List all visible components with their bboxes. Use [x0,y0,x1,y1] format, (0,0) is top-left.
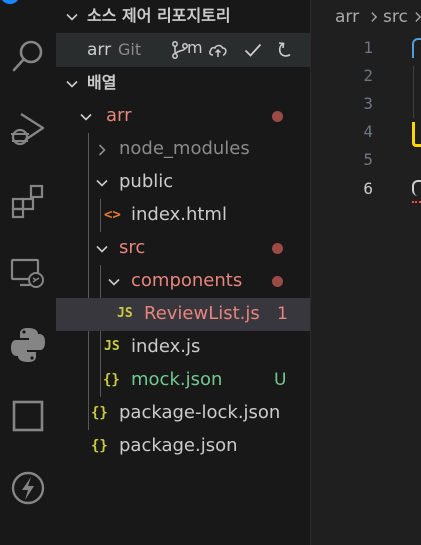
tree-item-label: package-lock.json [119,402,281,423]
untracked-badge: U [274,370,287,390]
code-fragment [412,38,421,58]
line-number: 2 [363,66,373,85]
tree-item-label: public [119,171,174,192]
tree-item-components[interactable]: components [56,265,310,298]
chevron-down-icon [94,241,110,257]
tree-item-arr[interactable]: arr [56,100,310,133]
activity-bar [0,0,56,545]
breadcrumb-item[interactable]: src [383,5,408,29]
tree-item-label: index.js [131,336,201,357]
scm-repository-row[interactable]: arr Git m [56,33,310,67]
chevron-down-icon [64,76,80,92]
scm-section-header[interactable]: 소스 제어 리포지토리 [56,0,310,33]
repo-name: arr [87,40,112,60]
tree-item-label: index.html [131,204,227,225]
chevron-down-icon [106,274,122,290]
square-icon[interactable] [0,388,56,444]
tree-item-index-html[interactable]: <> index.html [56,199,310,232]
active-line-number: 6 [363,179,373,198]
chevron-right-icon [94,142,110,158]
tree-item-label: arr [106,105,132,126]
tree-item-src[interactable]: src [56,232,310,265]
code-indent-guide [413,66,414,118]
run-debug-icon[interactable] [0,100,56,156]
tree-item-label: src [119,237,146,258]
line-number: 5 [363,150,373,169]
tree-item-index-js[interactable]: JS index.js [56,331,310,364]
tree-item-public[interactable]: public [56,166,310,199]
tree-item-package-json[interactable]: {} package.json [56,430,310,463]
account-badge [0,0,20,4]
tree-item-label: components [131,270,243,291]
remote-explorer-icon[interactable] [0,244,56,300]
scm-section-title: 소스 제어 리포지토리 [87,6,231,25]
chevron-right-icon [367,5,381,31]
error-count-badge: 1 [277,304,288,324]
tree-item-reviewlist-js[interactable]: JS ReviewList.js 1 [56,298,310,331]
code-fragment [412,180,421,196]
chevron-down-icon [94,175,110,191]
error-squiggle [412,198,421,203]
js-file-icon: JS [117,306,133,321]
modified-dot [272,111,283,122]
lightning-icon[interactable] [0,460,56,516]
python-icon[interactable] [0,316,56,372]
search-icon[interactable] [0,28,56,84]
breadcrumb-item[interactable]: arr [335,5,359,29]
tree-item-node-modules[interactable]: node_modules [56,133,310,166]
tree-item-label: node_modules [119,138,250,159]
commit-check-icon[interactable] [243,40,263,60]
explorer-section-header[interactable]: 배열 [56,67,310,100]
tree-item-mock-json[interactable]: {} mock.json U [56,364,310,397]
refresh-icon[interactable] [276,40,296,60]
sync-cloud-icon[interactable] [208,40,228,60]
explorer-section-title: 배열 [87,73,117,92]
chevron-down-icon [64,9,80,25]
branch-label: m [187,38,203,57]
repo-type: Git [118,40,142,59]
html-file-icon: <> [104,207,121,223]
tree-item-package-lock-json[interactable]: {} package-lock.json [56,397,310,430]
js-file-icon: JS [104,339,120,354]
line-number: 4 [363,122,373,141]
tree-item-label: package.json [119,435,238,456]
modified-dot [272,276,283,287]
sidebar: 소스 제어 리포지토리 arr Git m 배열 arr node_module… [56,0,311,545]
chevron-down-icon [78,109,94,125]
line-number: 1 [363,38,373,57]
tree-item-label: ReviewList.js [144,303,260,324]
editor-pane: arr src 1 2 3 4 5 6 [311,0,421,545]
line-number: 3 [363,94,373,113]
chevron-right-icon [411,5,421,31]
closing-brace-fragment [412,122,421,147]
tree-item-label: mock.json [131,369,223,390]
extensions-icon[interactable] [0,172,56,228]
json-file-icon: {} [91,405,108,421]
branch-button[interactable]: m [170,38,203,60]
modified-dot [272,243,283,254]
json-file-icon: {} [103,372,120,388]
json-file-icon: {} [91,438,108,454]
